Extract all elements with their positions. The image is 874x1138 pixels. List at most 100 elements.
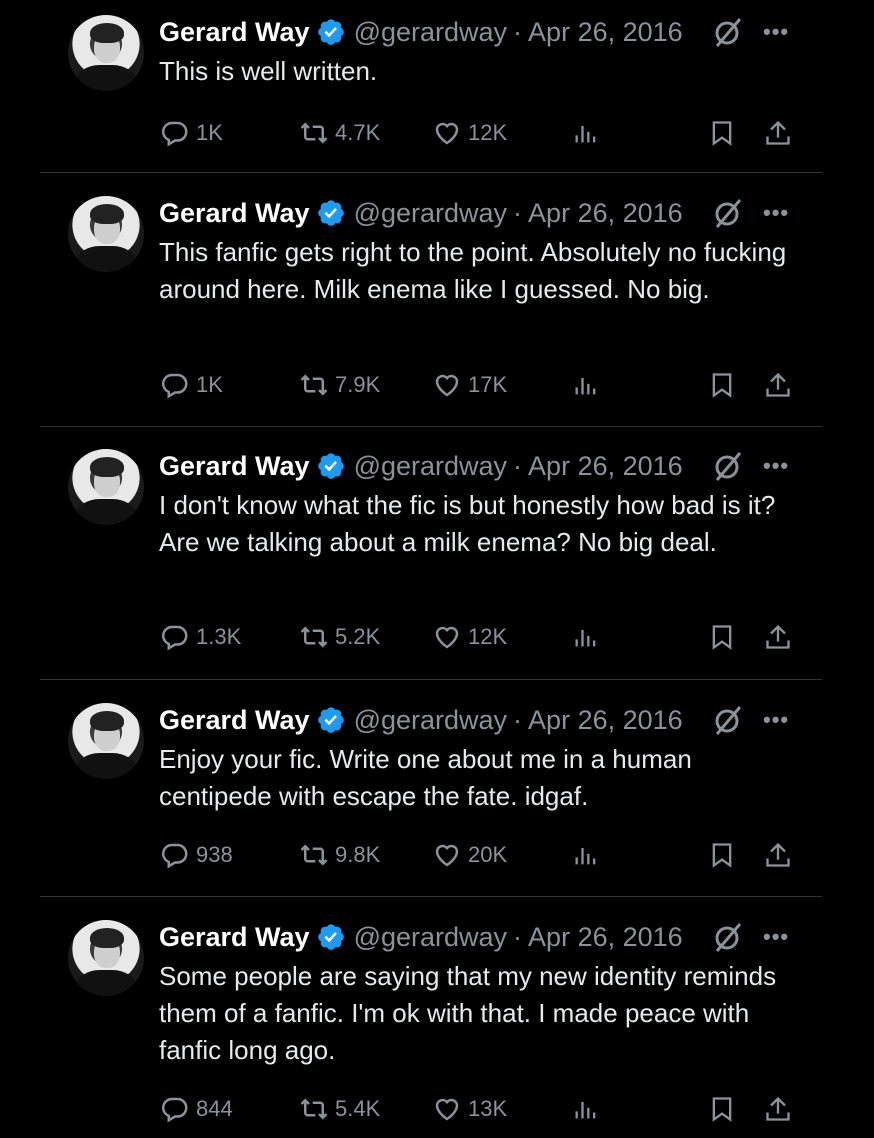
reply-button[interactable]: 1.3K [160, 619, 241, 655]
share-icon [766, 372, 790, 397]
separator-dot: · [513, 704, 523, 735]
like-count: 20K [468, 842, 508, 867]
views-button[interactable] [572, 367, 600, 403]
grok-icon[interactable] [712, 703, 744, 737]
share-button[interactable] [764, 367, 792, 403]
share-button[interactable] [764, 619, 792, 655]
grok-icon[interactable] [712, 449, 744, 483]
bookmark-icon [712, 373, 732, 398]
retweet-count: 7.9K [335, 372, 381, 397]
retweet-count: 5.4K [335, 1096, 381, 1121]
grok-icon[interactable] [712, 920, 744, 954]
separator-dot: · [513, 16, 523, 47]
tweet-header: Gerard Way @gerardway · Apr 26, 2016 [159, 703, 683, 737]
reply-button[interactable]: 1K [160, 115, 223, 151]
share-button[interactable] [764, 1091, 792, 1127]
grok-icon[interactable] [712, 15, 744, 49]
author-handle[interactable]: @gerardway [354, 705, 507, 736]
share-icon [766, 624, 790, 649]
tweet-header: Gerard Way @gerardway · Apr 26, 2016 [159, 15, 683, 49]
like-count: 12K [468, 624, 508, 649]
retweet-button[interactable]: 5.4K [299, 1091, 380, 1127]
avatar[interactable] [68, 449, 144, 525]
verified-badge-icon [317, 200, 344, 226]
views-icon [575, 1102, 596, 1119]
views-button[interactable] [572, 619, 600, 655]
tweet-actions: 1K 7.9K 17K [0, 367, 874, 403]
tweet-header: Gerard Way @gerardway · Apr 26, 2016 [159, 449, 683, 483]
bookmark-button[interactable] [708, 1091, 736, 1127]
author-name[interactable]: Gerard Way [159, 451, 310, 482]
reply-count: 1K [196, 120, 223, 145]
reply-button[interactable]: 1K [160, 367, 223, 403]
author-name[interactable]: Gerard Way [159, 922, 310, 953]
author-name[interactable]: Gerard Way [159, 17, 310, 48]
avatar[interactable] [68, 703, 144, 779]
author-name[interactable]: Gerard Way [159, 198, 310, 229]
retweet-icon [300, 1098, 328, 1120]
views-button[interactable] [572, 115, 600, 151]
bookmark-button[interactable] [708, 367, 736, 403]
share-button[interactable] [764, 115, 792, 151]
more-options-icon[interactable]: ••• [763, 200, 789, 226]
tweet-header: Gerard Way @gerardway · Apr 26, 2016 [159, 196, 683, 230]
heart-icon [435, 626, 459, 649]
retweet-button[interactable]: 9.8K [299, 837, 380, 873]
like-button[interactable]: 20K [432, 837, 507, 873]
more-options-icon[interactable]: ••• [763, 453, 789, 479]
retweet-button[interactable]: 4.7K [299, 115, 380, 151]
tweet-text: Enjoy your fic. Write one about me in a … [159, 744, 692, 811]
more-options-icon[interactable]: ••• [763, 707, 789, 733]
tweet-text: I don't know what the fic is but honestl… [159, 490, 776, 557]
views-button[interactable] [572, 837, 600, 873]
reply-icon [161, 1097, 188, 1123]
avatar[interactable] [68, 15, 144, 91]
tweet-text: This is well written. [159, 56, 378, 86]
views-icon [575, 848, 596, 865]
share-icon [766, 120, 790, 145]
author-handle[interactable]: @gerardway [354, 17, 507, 48]
share-button[interactable] [764, 837, 792, 873]
bookmark-icon [712, 843, 732, 868]
bookmark-button[interactable] [708, 837, 736, 873]
like-button[interactable]: 13K [432, 1091, 507, 1127]
share-icon [766, 1096, 790, 1121]
more-options-icon[interactable]: ••• [763, 924, 789, 950]
tweet-date[interactable]: Apr 26, 2016 [528, 705, 683, 736]
author-handle[interactable]: @gerardway [354, 198, 507, 229]
tweet-date[interactable]: Apr 26, 2016 [528, 922, 683, 953]
reply-button[interactable]: 938 [160, 837, 233, 873]
avatar[interactable] [68, 920, 144, 996]
tweet-divider [40, 172, 822, 173]
bookmark-button[interactable] [708, 115, 736, 151]
author-handle[interactable]: @gerardway [354, 451, 507, 482]
author-name[interactable]: Gerard Way [159, 705, 310, 736]
reply-icon [161, 625, 188, 651]
views-icon [575, 630, 596, 647]
tweet-date[interactable]: Apr 26, 2016 [528, 198, 683, 229]
retweet-count: 4.7K [335, 120, 381, 145]
grok-icon[interactable] [712, 196, 744, 230]
like-count: 12K [468, 120, 508, 145]
tweet-date[interactable]: Apr 26, 2016 [528, 451, 683, 482]
tweet-actions: 1K 4.7K 12K [0, 115, 874, 151]
tweet-divider [40, 426, 822, 427]
retweet-button[interactable]: 5.2K [299, 619, 380, 655]
separator-dot: · [513, 197, 523, 228]
reply-button[interactable]: 844 [160, 1091, 233, 1127]
share-icon [766, 842, 790, 867]
author-handle[interactable]: @gerardway [354, 922, 507, 953]
views-button[interactable] [572, 1091, 600, 1127]
avatar[interactable] [68, 196, 144, 272]
like-count: 13K [468, 1096, 508, 1121]
verified-badge-icon [317, 924, 344, 950]
like-button[interactable]: 12K [432, 619, 507, 655]
like-button[interactable]: 17K [432, 367, 507, 403]
tweet-date[interactable]: Apr 26, 2016 [528, 17, 683, 48]
like-button[interactable]: 12K [432, 115, 507, 151]
more-options-icon[interactable]: ••• [763, 19, 789, 45]
retweet-button[interactable]: 7.9K [299, 367, 380, 403]
retweet-icon [300, 626, 328, 648]
retweet-count: 9.8K [335, 842, 381, 867]
bookmark-button[interactable] [708, 619, 736, 655]
